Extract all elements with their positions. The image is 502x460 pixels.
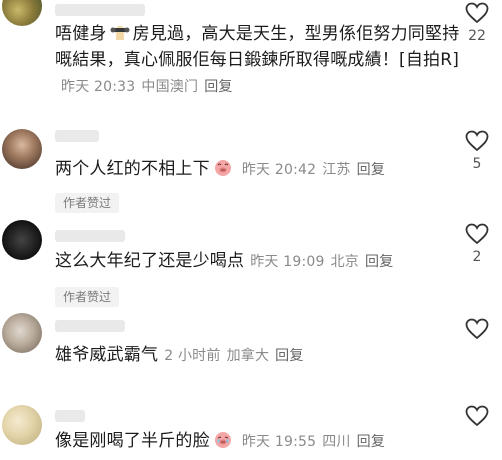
comment-location: 加拿大 (226, 348, 270, 364)
laughing-pig-emoji-icon (214, 160, 231, 176)
comment-location: 中国澳门 (141, 79, 199, 95)
like-button[interactable]: 5 (462, 130, 492, 172)
like-count: 5 (472, 156, 482, 172)
author-liked-badge: 作者赞过 (55, 193, 120, 213)
reply-button[interactable]: 回复 (365, 254, 393, 270)
comment-text-part: 唔健身 (55, 24, 107, 44)
heart-icon (465, 223, 489, 245)
comment-text-part: 这么大年纪了还是少喝点 (55, 251, 245, 271)
like-button[interactable]: 2 (462, 223, 492, 265)
comment-time: 昨天 20:33 (61, 79, 136, 95)
comment-location: 北京 (330, 254, 360, 270)
avatar[interactable] (2, 405, 42, 445)
like-button[interactable] (462, 318, 492, 344)
like-button[interactable]: 22 (462, 2, 492, 44)
comment-meta: 昨天 20:33 中国澳门 回复 (61, 79, 233, 95)
comment-meta: 昨天 19:09 北京 回复 (250, 254, 393, 270)
comment-location: 四川 (322, 434, 351, 450)
reply-button[interactable]: 回复 (357, 162, 385, 178)
comment-time: 昨天 19:09 (250, 254, 325, 270)
comment-meta: 昨天 19:55 四川 回复 (242, 434, 385, 450)
avatar[interactable] (2, 313, 42, 353)
username-blurred[interactable] (55, 130, 99, 142)
username-blurred[interactable] (55, 230, 125, 242)
comment-time: 昨天 20:42 (241, 162, 317, 178)
reply-button[interactable]: 回复 (357, 434, 385, 450)
avatar[interactable] (2, 129, 42, 169)
crying-pig-emoji-icon (214, 432, 231, 448)
like-count: 2 (472, 249, 482, 265)
heart-icon (465, 130, 489, 152)
reply-button[interactable]: 回复 (204, 79, 232, 95)
like-button[interactable] (462, 405, 492, 431)
comment-text: 唔健身 房見過，高大是天生，型男係佢努力同堅持嘅結果，真心佩服佢每日鍛鍊所取得嘅成… (55, 21, 465, 100)
strong-arm-emoji-icon (110, 26, 130, 40)
comment-text: 这么大年纪了还是少喝点 昨天 19:09 北京 回复 (55, 248, 465, 275)
comment-time: 昨天 19:55 (241, 434, 317, 450)
reply-button[interactable]: 回复 (275, 348, 303, 364)
username-blurred[interactable] (55, 410, 85, 422)
comment-text-part: 两个人红的不相上下 (55, 159, 210, 179)
comment-meta: 2 小时前 加拿大 回复 (164, 348, 303, 364)
username-blurred[interactable] (55, 4, 145, 16)
comment-text-part: 雄爷威武霸气 (55, 345, 159, 365)
comment-text: 像是刚喝了半斤的脸 昨天 19:55 四川 回复 (55, 428, 465, 455)
author-liked-badge: 作者赞过 (55, 287, 120, 307)
comment-text: 雄爷威武霸气 2 小时前 加拿大 回复 (55, 342, 465, 369)
heart-icon (465, 2, 489, 24)
comment-text: 两个人红的不相上下 昨天 20:42 江苏 回复 (55, 156, 465, 183)
comment-time: 2 小时前 (164, 348, 221, 364)
avatar[interactable] (2, 0, 42, 26)
username-blurred[interactable] (55, 320, 125, 332)
heart-icon (465, 318, 489, 340)
like-count: 22 (468, 28, 486, 44)
comment-meta: 昨天 20:42 江苏 回复 (242, 162, 385, 178)
heart-icon (465, 405, 489, 427)
avatar[interactable] (2, 220, 42, 260)
comment-text-part: 像是刚喝了半斤的脸 (55, 431, 210, 451)
comment-location: 江苏 (322, 162, 351, 178)
